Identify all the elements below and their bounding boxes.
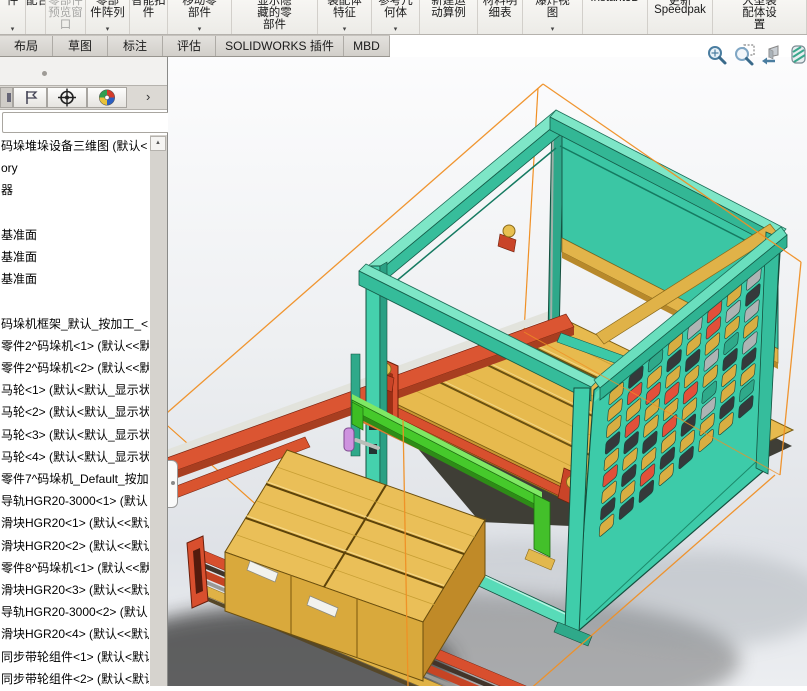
ribbon-tab-草图[interactable]: 草图 bbox=[53, 36, 108, 56]
tree-item[interactable]: 滑块HGR20<4> (默认<<默认 bbox=[1, 623, 149, 645]
toolbar-button-细表[interactable]: 材料明细表 bbox=[478, 0, 523, 34]
manager-tab-bar: › bbox=[0, 85, 167, 110]
zoom-fit-icon bbox=[706, 44, 729, 67]
toolbar-button-label: 部件 bbox=[232, 16, 317, 32]
previous-view-icon bbox=[760, 44, 783, 67]
toolbar-button-label: 件 bbox=[0, 0, 25, 8]
tree-item[interactable]: 同步带轮组件<1> (默认<默认 bbox=[1, 646, 149, 668]
sensor-cylinder bbox=[344, 428, 354, 451]
feature-tree-search-input[interactable] bbox=[2, 112, 170, 133]
toolbar-button-label: 特征 bbox=[318, 4, 371, 20]
feature-tree: 码垛堆垛设备三维图 (默认<ory器基准面基准面基准面码垛机框架_默认_按加工_… bbox=[1, 135, 149, 686]
toolbar-button-件[interactable]: 智能扣件 bbox=[130, 0, 168, 34]
color-wheel-icon bbox=[88, 88, 126, 107]
section-view-icon bbox=[788, 44, 807, 67]
dropdown-caret-icon[interactable]: ▾ bbox=[86, 26, 129, 34]
tree-item[interactable]: 零件2^码垛机<2> (默认<<默 bbox=[1, 357, 149, 379]
toolbar-button-口[interactable]: 零部件预览窗口 bbox=[46, 0, 86, 34]
toolbar-button-Speedpak[interactable]: 更新Speedpak bbox=[648, 0, 713, 34]
tab-featuremanager[interactable] bbox=[0, 87, 13, 108]
toolbar-button-Instant3D[interactable]: Instant3D bbox=[583, 0, 648, 34]
toolbar-button-部件[interactable]: 显示隐藏的零部件 bbox=[232, 0, 318, 34]
tree-item bbox=[1, 290, 149, 312]
toolbar-button-图[interactable]: 爆炸视图▾ bbox=[523, 0, 583, 34]
toolbar-button-置[interactable]: 大型装配体设置 bbox=[713, 0, 807, 34]
scroll-up-arrow[interactable]: ▲ bbox=[150, 136, 166, 151]
tree-item[interactable]: 零件7^码垛机_Default_按加工 bbox=[1, 468, 149, 490]
tree-item[interactable]: 零件2^码垛机<1> (默认<<默 bbox=[1, 335, 149, 357]
previous-view-button[interactable] bbox=[760, 44, 783, 67]
zoom-area-icon bbox=[733, 44, 756, 67]
dropdown-caret-icon[interactable]: ▾ bbox=[0, 26, 25, 34]
tree-item[interactable]: ory bbox=[1, 157, 149, 179]
tree-item[interactable]: 基准面 bbox=[1, 224, 149, 246]
toolbar-button-label: 件 bbox=[130, 4, 167, 20]
toolbar-button-label: 件阵列 bbox=[86, 4, 129, 20]
command-manager-toolbar: 件▾配合零部件预览窗口零部件阵列▾智能扣件移动零部件▾显示隐藏的零部件装配体特征… bbox=[0, 0, 807, 35]
ribbon-tab-评估[interactable]: 评估 bbox=[163, 36, 216, 56]
tree-item[interactable]: 滑块HGR20<3> (默认<<默认 bbox=[1, 579, 149, 601]
graphics-viewport[interactable] bbox=[168, 57, 807, 686]
toolbar-button-label: 图 bbox=[523, 4, 582, 20]
panel-top-strip bbox=[0, 57, 167, 85]
toolbar-button-件阵列[interactable]: 零部件阵列▾ bbox=[86, 0, 130, 34]
ribbon-tab-SOLIDWORKS 插件[interactable]: SOLIDWORKS 插件 bbox=[216, 36, 344, 56]
zoom-to-area-button[interactable] bbox=[733, 44, 756, 67]
dropdown-caret-icon[interactable]: ▾ bbox=[168, 26, 231, 34]
toolbar-button-label: Instant3D bbox=[583, 0, 647, 4]
toolbar-button-特征[interactable]: 装配体特征▾ bbox=[318, 0, 372, 34]
zoom-to-fit-button[interactable] bbox=[706, 44, 729, 67]
tree-item[interactable]: 马轮<4> (默认<默认_显示状 bbox=[1, 446, 149, 468]
panel-splitter-handle-dot bbox=[171, 481, 175, 485]
feature-manager-panel: › 码垛堆垛设备三维图 (默认<ory器基准面基准面基准面码垛机框架_默认_按加… bbox=[0, 57, 168, 686]
target-icon bbox=[48, 88, 86, 107]
toolbar-button-label: 配合 bbox=[26, 0, 45, 8]
tree-item[interactable]: 滑块HGR20<1> (默认<<默认 bbox=[1, 512, 149, 534]
toolbar-button-label: 置 bbox=[713, 16, 806, 32]
toolbar-button-label: 部件 bbox=[168, 4, 231, 20]
tree-item[interactable]: 马轮<1> (默认<默认_显示状 bbox=[1, 379, 149, 401]
ribbon-tab-MBD[interactable]: MBD bbox=[344, 36, 390, 56]
tree-item[interactable]: 基准面 bbox=[1, 268, 149, 290]
toolbar-button-label: 细表 bbox=[478, 4, 522, 20]
section-view-button[interactable] bbox=[788, 44, 807, 67]
toolbar-button-label: 何体 bbox=[372, 4, 419, 20]
tree-item[interactable]: 马轮<3> (默认<默认_显示状 bbox=[1, 424, 149, 446]
toolbar-button-label: 动算例 bbox=[420, 4, 477, 20]
tree-item[interactable]: 码垛机框架_默认_按加工_<1> bbox=[1, 313, 149, 335]
tree-item[interactable]: 器 bbox=[1, 179, 149, 201]
toolbar-button-label: 口 bbox=[46, 16, 85, 32]
toolbar-button-动算例[interactable]: 新建运动算例 bbox=[420, 0, 478, 34]
tab-configurationmanager[interactable] bbox=[13, 87, 47, 108]
tree-item[interactable]: 码垛堆垛设备三维图 (默认< bbox=[1, 135, 149, 157]
toolbar-button-部件[interactable]: 移动零部件▾ bbox=[168, 0, 232, 34]
toolbar-button-件[interactable]: 件▾ bbox=[0, 0, 26, 34]
ribbon-tab-标注[interactable]: 标注 bbox=[108, 36, 163, 56]
tree-item bbox=[1, 202, 149, 224]
ribbon-tabs: 布局草图标注评估SOLIDWORKS 插件MBD bbox=[0, 35, 390, 57]
dropdown-caret-icon[interactable]: ▾ bbox=[372, 26, 419, 34]
tree-item[interactable]: 导轨HGR20-3000<2> (默认 bbox=[1, 601, 149, 623]
tab-displaymanager[interactable] bbox=[87, 87, 127, 108]
flag-icon bbox=[14, 88, 46, 107]
tree-item[interactable]: 零件8^码垛机<1> (默认<<默 bbox=[1, 557, 149, 579]
tree-icon bbox=[7, 93, 11, 102]
tree-item[interactable]: 马轮<2> (默认<默认_显示状 bbox=[1, 401, 149, 423]
model-scene bbox=[168, 57, 807, 686]
toolbar-button-label: Speedpak bbox=[648, 4, 712, 16]
tree-item[interactable]: 导轨HGR20-3000<1> (默认 bbox=[1, 490, 149, 512]
tree-item[interactable]: 基准面 bbox=[1, 246, 149, 268]
toolbar-button-配合[interactable]: 配合 bbox=[26, 0, 46, 34]
tree-scrollbar[interactable] bbox=[150, 135, 167, 686]
tree-item[interactable]: 滑块HGR20<2> (默认<<默认 bbox=[1, 535, 149, 557]
ribbon-tab-布局[interactable]: 布局 bbox=[0, 36, 53, 56]
panel-splitter-dot[interactable] bbox=[42, 71, 47, 76]
dropdown-caret-icon[interactable]: ▾ bbox=[318, 26, 371, 34]
tree-item[interactable]: 同步带轮组件<2> (默认<默认 bbox=[1, 668, 149, 686]
toolbar-button-何体[interactable]: 参考几何体▾ bbox=[372, 0, 420, 34]
ribbon-tab-row: 布局草图标注评估SOLIDWORKS 插件MBD bbox=[0, 35, 807, 57]
dropdown-caret-icon[interactable]: ▾ bbox=[523, 26, 582, 34]
panel-expand-arrow[interactable]: › bbox=[146, 89, 150, 104]
tab-propertymanager[interactable] bbox=[47, 87, 87, 108]
